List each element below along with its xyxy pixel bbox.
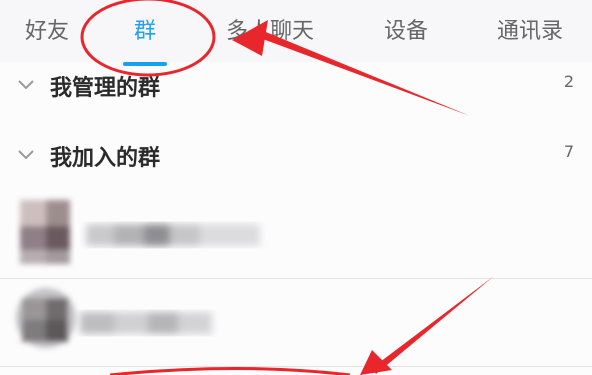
divider (0, 278, 592, 279)
chevron-down-icon (16, 74, 36, 98)
group-count: 7 (563, 142, 574, 161)
list-item[interactable] (0, 192, 592, 278)
tab-bar: 好友 群 多人聊天 设备 通讯录 (0, 0, 592, 62)
group-header-managed[interactable]: 我管理的群 2 (0, 66, 592, 106)
blurred-name (86, 224, 260, 246)
tab-multi-chat[interactable]: 多人聊天 (215, 14, 325, 50)
list-item[interactable] (0, 280, 592, 366)
tab-groups[interactable]: 群 (122, 14, 168, 50)
group-title: 我管理的群 (50, 76, 161, 101)
group-header-joined[interactable]: 我加入的群 7 (0, 136, 592, 176)
tab-contacts[interactable]: 通讯录 (486, 14, 574, 50)
group-count: 2 (563, 72, 574, 91)
group-title: 我加入的群 (50, 146, 161, 171)
highlight-ellipse (109, 367, 351, 375)
tab-devices[interactable]: 设备 (374, 14, 438, 50)
tab-friends[interactable]: 好友 (14, 14, 80, 50)
divider (0, 366, 592, 367)
blurred-name (80, 312, 212, 334)
chevron-down-icon (16, 144, 36, 168)
